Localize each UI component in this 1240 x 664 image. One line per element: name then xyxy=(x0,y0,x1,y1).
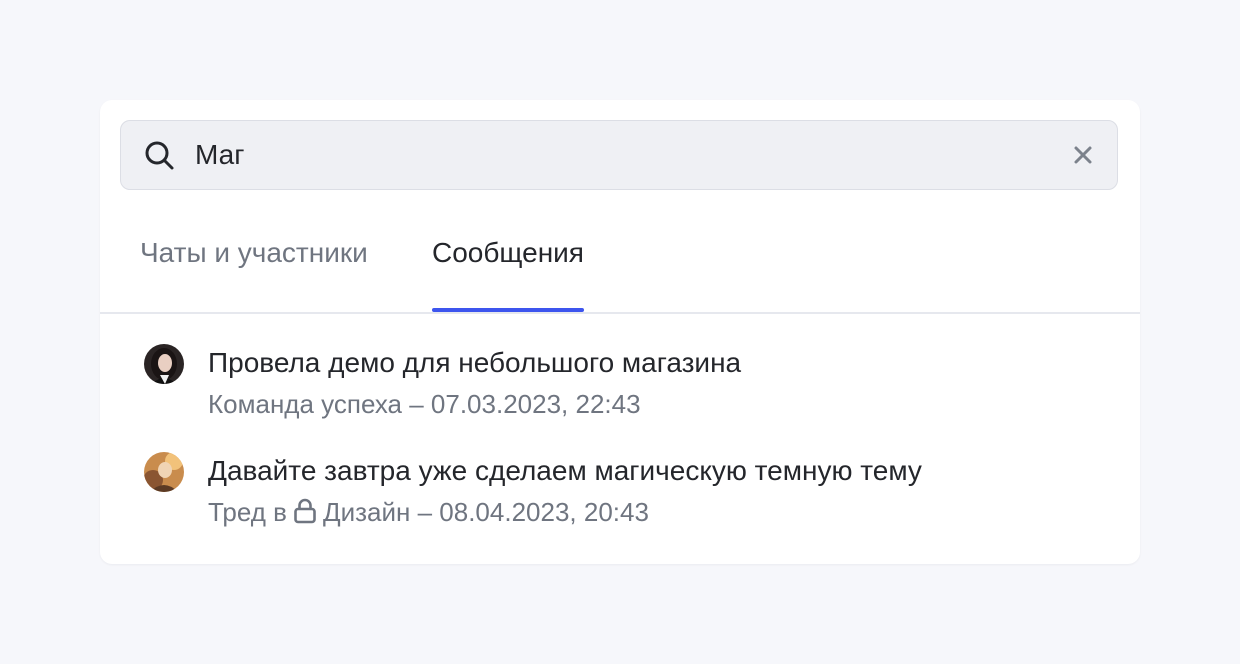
result-meta: Команда успеха – 07.03.2023, 22:43 xyxy=(208,389,641,419)
lock-icon xyxy=(294,498,316,524)
search-result[interactable]: Давайте завтра уже сделаем магическую те… xyxy=(144,451,1104,543)
result-title: Провела демо для небольшого магазина xyxy=(208,347,742,378)
avatar xyxy=(144,452,184,492)
tab-label: Сообщения xyxy=(432,237,584,268)
search-result[interactable]: Провела демо для небольшого магазина Ком… xyxy=(144,343,1104,435)
result-meta: Тред в Дизайн – 08.04.2023, 20:43 xyxy=(208,493,649,531)
thread-prefix: Тред в xyxy=(208,497,287,527)
tab-chats-and-members[interactable]: Чаты и участники xyxy=(140,210,368,310)
search-input[interactable] xyxy=(195,135,1055,175)
tab-bar: Чаты и участники Сообщения xyxy=(100,210,1140,314)
search-icon xyxy=(145,141,174,170)
tab-label: Чаты и участники xyxy=(140,237,368,268)
search-bar[interactable] xyxy=(120,120,1118,190)
avatar xyxy=(144,344,184,384)
active-tab-indicator xyxy=(432,308,584,312)
thread-channel-and-date: Дизайн – 08.04.2023, 20:43 xyxy=(322,497,649,527)
search-panel: Чаты и участники Сообщения Провела демо … xyxy=(100,100,1140,564)
close-icon[interactable] xyxy=(1073,145,1093,165)
result-title: Давайте завтра уже сделаем магическую те… xyxy=(208,455,922,486)
tab-messages[interactable]: Сообщения xyxy=(432,210,584,312)
